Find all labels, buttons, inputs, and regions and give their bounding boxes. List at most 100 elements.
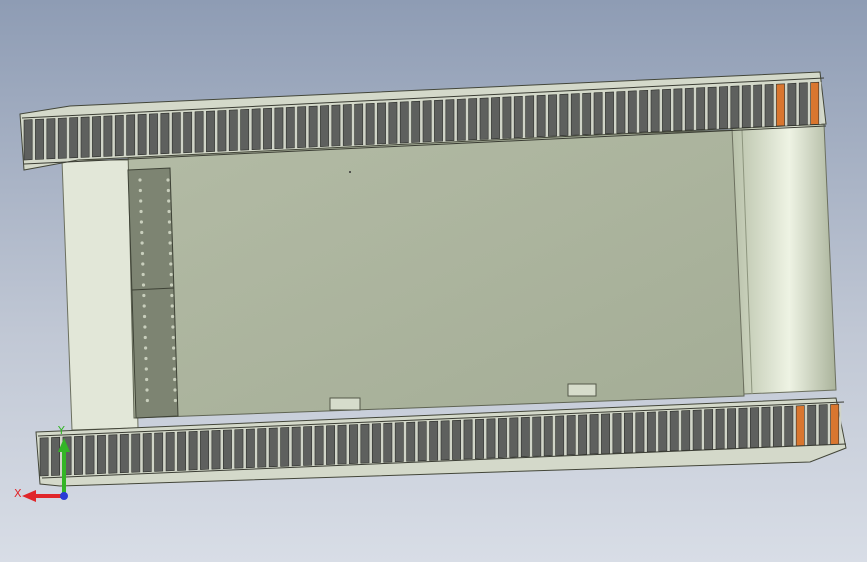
track-link: [532, 416, 542, 457]
track-link: [417, 421, 427, 462]
control-panel-plate[interactable]: [127, 167, 179, 419]
track-link: [114, 114, 124, 157]
track-link: [234, 429, 244, 469]
track-link: [502, 96, 512, 139]
plate-hole: [170, 293, 174, 298]
track-link: [715, 408, 725, 450]
track-link: [810, 81, 820, 125]
track-link: [719, 86, 728, 129]
track-link: [741, 85, 751, 128]
track-link: [601, 413, 610, 454]
track-link: [662, 88, 671, 132]
plate-hole: [140, 230, 144, 235]
track-link: [297, 106, 307, 148]
x-axis-label: X: [14, 487, 22, 500]
track-link: [326, 425, 335, 465]
track-link: [245, 428, 255, 469]
cad-viewport[interactable]: X Y: [0, 0, 867, 562]
track-link: [388, 101, 398, 144]
track-link: [468, 98, 478, 141]
plate-hole: [142, 304, 146, 308]
track-link: [704, 409, 714, 450]
track-link: [582, 92, 592, 136]
track-link: [80, 116, 90, 158]
track-link: [570, 93, 580, 136]
plate-hole: [167, 199, 171, 203]
plate-hole: [138, 178, 142, 182]
z-axis-dot: [60, 492, 68, 500]
track-link: [520, 416, 530, 458]
plate-hole: [140, 241, 144, 245]
track-link: [274, 107, 284, 149]
track-link: [635, 412, 645, 453]
tracked-chassis-model[interactable]: [0, 0, 867, 562]
plate-hole: [173, 388, 177, 392]
plate-hole: [138, 188, 142, 193]
plate-hole: [144, 356, 148, 361]
track-link: [795, 405, 805, 447]
track-link: [131, 433, 141, 473]
track-link: [280, 427, 290, 467]
plate-hole: [173, 377, 177, 382]
track-link: [612, 413, 622, 454]
track-link: [776, 83, 785, 127]
track-link: [74, 435, 83, 475]
plate-hole: [166, 178, 170, 182]
track-link: [96, 434, 106, 475]
track-link: [798, 82, 808, 126]
track-link: [456, 98, 466, 141]
track-link: [137, 113, 147, 156]
plate-hole: [145, 377, 149, 382]
track-link: [154, 432, 164, 472]
track-link: [589, 414, 599, 455]
plate-hole: [168, 251, 173, 256]
track-link: [46, 118, 56, 160]
track-link: [69, 117, 79, 159]
track-link: [684, 87, 694, 131]
rear-end-face[interactable]: [61, 159, 139, 431]
track-link: [119, 433, 129, 474]
track-link: [342, 104, 352, 146]
track-link: [92, 116, 101, 158]
track-link: [160, 112, 170, 155]
track-link: [422, 100, 432, 143]
track-link: [268, 427, 278, 468]
track-link: [639, 89, 649, 133]
bottom-bracket[interactable]: [329, 397, 361, 411]
track-link: [463, 419, 473, 460]
plate-hole: [168, 230, 172, 235]
track-link: [257, 428, 267, 468]
track-link: [696, 87, 706, 130]
track-link: [509, 417, 519, 458]
chassis-body[interactable]: [127, 129, 745, 419]
track-link: [206, 110, 215, 153]
plate-hole: [169, 272, 173, 277]
track-link: [303, 426, 313, 466]
track-link: [669, 410, 679, 452]
track-link: [486, 418, 496, 459]
track-link: [513, 95, 523, 139]
plate-hole: [171, 335, 175, 340]
track-link: [171, 112, 181, 154]
track-link: [35, 118, 44, 160]
plate-hole: [169, 283, 174, 287]
track-link: [308, 105, 318, 148]
track-link: [349, 424, 358, 464]
track-link: [475, 418, 484, 459]
track-link: [228, 109, 238, 152]
track-link: [223, 429, 232, 469]
track-link: [727, 408, 736, 449]
track-link: [165, 431, 175, 472]
bottom-bracket[interactable]: [567, 383, 597, 397]
front-roller[interactable]: [731, 123, 837, 395]
track-link: [627, 90, 637, 134]
track-link: [320, 105, 329, 147]
plate-hole: [166, 188, 170, 193]
track-link: [566, 414, 576, 456]
track-link: [830, 403, 840, 445]
track-link: [188, 431, 198, 471]
plate-hole: [172, 356, 176, 361]
track-link: [593, 92, 603, 135]
track-link: [772, 406, 782, 448]
track-link: [85, 435, 95, 475]
